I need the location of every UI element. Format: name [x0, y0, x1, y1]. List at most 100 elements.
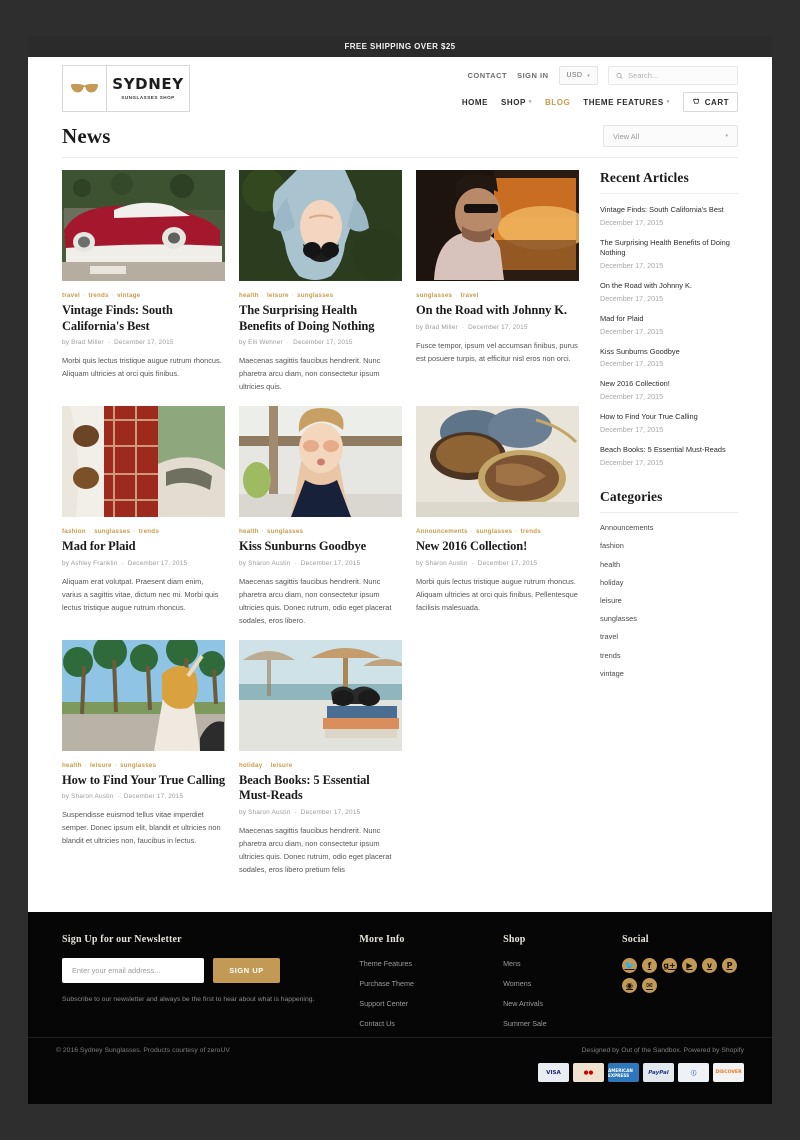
- tag[interactable]: vintage: [117, 292, 140, 299]
- article-title[interactable]: The Surprising Health Benefits of Doing …: [239, 303, 402, 334]
- footer-link-contact-us[interactable]: Contact Us: [359, 1019, 503, 1028]
- recent-article-item[interactable]: Vintage Finds: South California's Best D…: [600, 205, 738, 227]
- category-item[interactable]: health: [600, 555, 738, 573]
- instagram-icon[interactable]: ◉: [622, 978, 637, 993]
- footer-link-new-arrivals[interactable]: New Arrivals: [503, 999, 622, 1008]
- search-box[interactable]: [608, 66, 738, 85]
- nav-home[interactable]: HOME: [462, 98, 488, 107]
- tag[interactable]: sunglasses: [416, 292, 452, 299]
- site-logo[interactable]: SYDNEY SUNGLASSES SHOP: [62, 65, 190, 112]
- tag[interactable]: sunglasses: [120, 762, 156, 769]
- article-author: by Ashley Franklin: [62, 559, 118, 567]
- category-item[interactable]: vintage: [600, 664, 738, 682]
- article-title[interactable]: Kiss Sunburns Goodbye: [239, 539, 402, 555]
- tag[interactable]: travel: [62, 292, 80, 299]
- nav-contact[interactable]: CONTACT: [467, 71, 507, 80]
- article-card[interactable]: fashion · sunglasses · trends Mad for Plai…: [62, 406, 225, 627]
- article-meta: by Sharon Austin · December 17, 2015: [239, 559, 361, 567]
- footer-link-womens[interactable]: Womens: [503, 979, 622, 988]
- recent-article-item[interactable]: Kiss Sunburns Goodbye December 17, 2015: [600, 347, 738, 369]
- article-title[interactable]: Vintage Finds: South California's Best: [62, 303, 225, 334]
- nav-sign-in[interactable]: SIGN IN: [517, 71, 548, 80]
- tag[interactable]: sunglasses: [94, 528, 130, 535]
- article-card[interactable]: holiday · leisure Beach Books: 5 Essentia…: [239, 639, 402, 877]
- site-header: SYDNEY SUNGLASSES SHOP CONTACT SIGN IN U…: [28, 57, 772, 121]
- recent-article-item[interactable]: On the Road with Johnny K. December 17, …: [600, 281, 738, 303]
- vimeo-icon[interactable]: v: [702, 958, 717, 973]
- tag[interactable]: leisure: [271, 762, 293, 769]
- article-card[interactable]: health · leisure · sunglasses How to Find …: [62, 639, 225, 877]
- google-plus-icon[interactable]: g+: [662, 958, 677, 973]
- email-icon[interactable]: ✉: [642, 978, 657, 993]
- article-title[interactable]: Beach Books: 5 Essential Must-Reads: [239, 773, 402, 804]
- article-thumbnail[interactable]: [416, 406, 579, 518]
- tag[interactable]: leisure: [90, 762, 112, 769]
- article-card[interactable]: sunglasses · travel On the Road with John…: [416, 170, 579, 394]
- tag[interactable]: travel: [461, 292, 479, 299]
- category-item[interactable]: trends: [600, 646, 738, 664]
- article-card[interactable]: health · sunglasses Kiss Sunburns Goodbye…: [239, 406, 402, 627]
- article-thumbnail[interactable]: [62, 406, 225, 518]
- twitter-icon[interactable]: 🐦: [622, 958, 637, 973]
- tag[interactable]: trends: [521, 528, 541, 535]
- recent-article-item[interactable]: Mad for Plaid December 17, 2015: [600, 314, 738, 336]
- article-thumbnail[interactable]: [239, 406, 402, 518]
- tag[interactable]: sunglasses: [476, 528, 512, 535]
- tag[interactable]: trends: [139, 528, 159, 535]
- recent-article-item[interactable]: Beach Books: 5 Essential Must-Reads Dece…: [600, 445, 738, 467]
- tag[interactable]: health: [239, 292, 259, 299]
- article-card[interactable]: health · leisure · sunglasses The Surprisi…: [239, 170, 402, 394]
- youtube-icon[interactable]: ▶: [682, 958, 697, 973]
- footer-link-support-center[interactable]: Support Center: [359, 999, 503, 1008]
- tag[interactable]: trends: [88, 292, 108, 299]
- recent-article-date: December 17, 2015: [600, 359, 664, 369]
- article-title[interactable]: How to Find Your True Calling: [62, 773, 225, 789]
- category-item[interactable]: sunglasses: [600, 610, 738, 628]
- tag[interactable]: holiday: [239, 762, 262, 769]
- email-field[interactable]: [62, 958, 204, 983]
- facebook-icon[interactable]: f: [642, 958, 657, 973]
- tag[interactable]: sunglasses: [267, 528, 303, 535]
- footer-link-mens[interactable]: Mens: [503, 959, 622, 968]
- footer-link-summer-sale[interactable]: Summer Sale: [503, 1019, 622, 1028]
- recent-article-item[interactable]: How to Find Your True Calling December 1…: [600, 412, 738, 434]
- category-item[interactable]: Announcements: [600, 519, 738, 537]
- article-thumbnail[interactable]: [239, 639, 402, 751]
- cart-button[interactable]: CART: [682, 92, 738, 112]
- nav-shop[interactable]: SHOP ▾: [501, 98, 532, 107]
- recent-article-date: December 17, 2015: [600, 457, 664, 467]
- blog-filter-select[interactable]: View All ▾: [603, 125, 738, 147]
- tag[interactable]: Announcements: [416, 528, 468, 535]
- tag[interactable]: fashion: [62, 528, 86, 535]
- nav-blog[interactable]: BLOG: [545, 98, 570, 107]
- article-thumbnail[interactable]: [239, 170, 402, 281]
- footer-link-purchase-theme[interactable]: Purchase Theme: [359, 979, 503, 988]
- article-card[interactable]: Announcements · sunglasses · trends New 20…: [416, 406, 579, 627]
- footer-link-theme-features[interactable]: Theme Features: [359, 959, 503, 968]
- article-date: December 17, 2015: [293, 339, 353, 347]
- article-thumbnail[interactable]: [62, 170, 225, 281]
- article-card[interactable]: travel · trends · vintage Vintage Finds: S…: [62, 170, 225, 394]
- article-title[interactable]: Mad for Plaid: [62, 539, 225, 555]
- category-item[interactable]: travel: [600, 628, 738, 646]
- tag[interactable]: health: [62, 762, 82, 769]
- recent-article-item[interactable]: New 2016 Collection! December 17, 2015: [600, 379, 738, 401]
- currency-selector[interactable]: USD ▾: [558, 66, 598, 85]
- pinterest-icon[interactable]: P: [722, 958, 737, 973]
- recent-article-item[interactable]: The Surprising Health Benefits of Doing …: [600, 238, 738, 270]
- category-item[interactable]: fashion: [600, 537, 738, 555]
- article-title[interactable]: On the Road with Johnny K.: [416, 303, 579, 319]
- tag[interactable]: leisure: [267, 292, 289, 299]
- article-title[interactable]: New 2016 Collection!: [416, 539, 579, 555]
- search-input[interactable]: [628, 71, 730, 80]
- tag[interactable]: health: [239, 528, 259, 535]
- category-item[interactable]: holiday: [600, 573, 738, 591]
- nav-theme-features[interactable]: THEME FEATURES ▾: [583, 98, 670, 107]
- article-thumbnail[interactable]: [416, 170, 579, 281]
- category-item[interactable]: leisure: [600, 591, 738, 609]
- newsletter-form: SIGN UP: [62, 958, 359, 983]
- article-tags: health · sunglasses: [239, 528, 304, 536]
- signup-button[interactable]: SIGN UP: [213, 958, 280, 983]
- article-thumbnail[interactable]: [62, 639, 225, 751]
- tag[interactable]: sunglasses: [297, 292, 333, 299]
